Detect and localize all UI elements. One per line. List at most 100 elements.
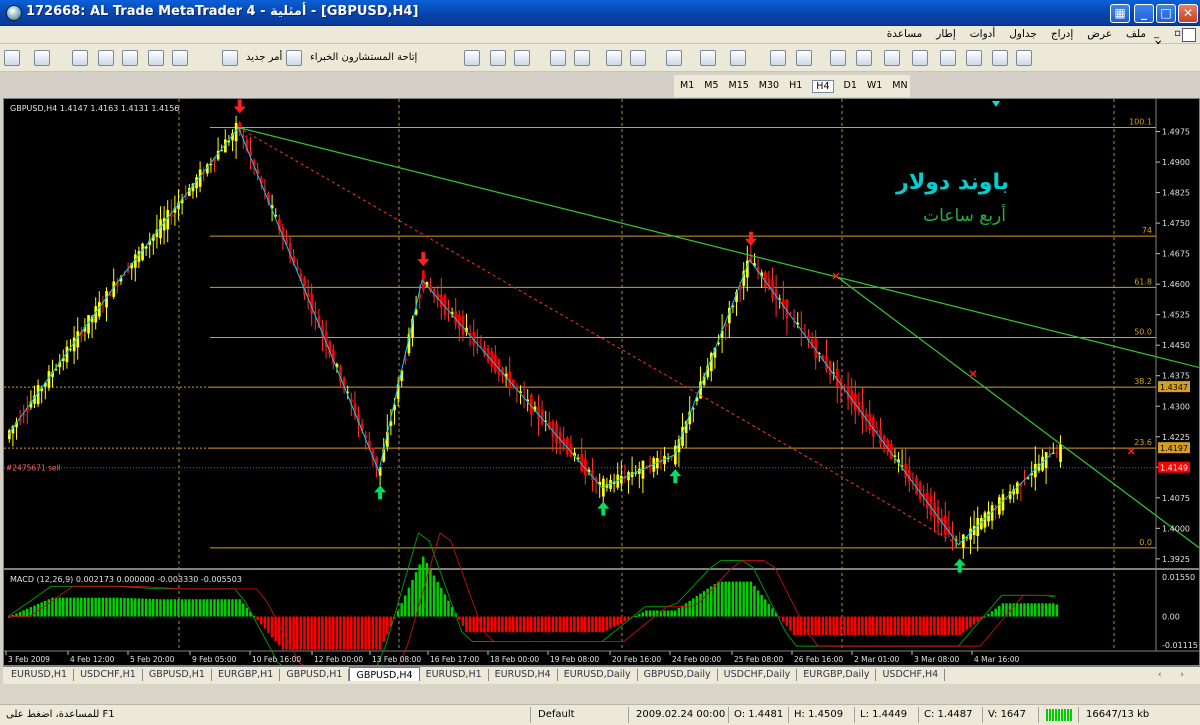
minimize-button[interactable]: _ (1134, 4, 1154, 23)
templates-icon[interactable] (730, 50, 746, 66)
macd-bar (987, 613, 990, 617)
macd-bar (155, 599, 159, 617)
chart-tab[interactable]: EURUSD,H1 (420, 669, 489, 681)
close-button[interactable]: ✕ (1178, 4, 1198, 23)
candles-icon[interactable] (464, 50, 480, 66)
tile-windows-button[interactable]: ▦ (1110, 4, 1130, 23)
price-tick-label: 1.4825 (1162, 189, 1190, 198)
arrows-icon[interactable] (1016, 50, 1032, 66)
label-icon[interactable] (992, 50, 1008, 66)
price-tick-label: 1.4375 (1162, 372, 1190, 381)
macd-bar (825, 616, 828, 636)
vertical-line-icon[interactable] (830, 50, 846, 66)
bar-chart-icon[interactable] (286, 50, 302, 66)
chart-tab[interactable]: EURUSD,Daily (558, 669, 638, 681)
timeframe-mn[interactable]: MN (892, 80, 907, 93)
periods-icon[interactable] (700, 50, 716, 66)
menu-item[interactable]: ملف (1126, 28, 1146, 40)
macd-bar (350, 616, 353, 650)
macd-bar (890, 616, 893, 636)
macd-bar (90, 597, 94, 617)
fibo-icon[interactable] (912, 50, 928, 66)
timeframe-m1[interactable]: M1 (680, 80, 694, 93)
menu-item[interactable]: إدراج (1051, 28, 1073, 40)
macd-bar (159, 599, 162, 617)
line-chart-icon[interactable] (490, 50, 506, 66)
macd-bar (746, 581, 749, 617)
macd-bar (533, 616, 537, 633)
macd-bar (33, 605, 36, 617)
tester-icon[interactable] (148, 50, 164, 66)
menu-item[interactable]: إطار (936, 28, 956, 40)
time-tick-label: 3 Feb 2009 (8, 655, 50, 664)
macd-bar (1023, 603, 1026, 617)
timeframe-d1[interactable]: D1 (844, 80, 857, 93)
chart-tab[interactable]: GBPUSD,H1 (143, 669, 212, 681)
chart-tab[interactable]: USDCHF,H1 (74, 669, 143, 681)
time-tick-label: 19 Feb 08:00 (550, 655, 599, 664)
crosshair-icon[interactable] (796, 50, 812, 66)
title-bar[interactable]: 172668: AL Trade MetaTrader 4 - أمثلية -… (0, 0, 1200, 26)
chart-tab[interactable]: GBPUSD,Daily (638, 669, 718, 681)
chart-tab[interactable]: GBPUSD,H1 (280, 669, 350, 681)
new-chart-icon[interactable] (4, 50, 20, 66)
tab-scroll-arrows[interactable]: ‹ › (1158, 670, 1192, 680)
chart-tab[interactable]: GBPUSD,H4 (349, 667, 420, 681)
navigator-icon[interactable] (98, 50, 114, 66)
macd-bar (162, 599, 166, 617)
expert-advisors-button[interactable]: إتاحة المستشارون الخبراء (310, 52, 417, 63)
zoom-out-icon[interactable] (550, 50, 566, 66)
timeframe-m5[interactable]: M5 (704, 80, 718, 93)
macd-bar (242, 603, 245, 617)
connection-bars-icon (1046, 709, 1072, 721)
new-order-icon[interactable] (172, 50, 188, 66)
chart-tab[interactable]: EURGBP,H1 (212, 669, 281, 681)
chart-window[interactable]: 100.1 74 61.8 50.0 38.2 23.6 0.0 #2475671 sell ب… (3, 98, 1200, 666)
new-order-button[interactable]: أمر جديد (246, 52, 282, 63)
price-label: 1.4197 (1160, 444, 1188, 453)
market-watch-icon[interactable] (72, 50, 88, 66)
menu-item[interactable]: عرض (1087, 28, 1112, 40)
timeframe-w1[interactable]: W1 (867, 80, 882, 93)
macd-bar (414, 572, 418, 617)
macd-bar (123, 597, 126, 617)
macd-bar (512, 616, 515, 633)
macd-bar (699, 593, 702, 617)
horizontal-line-icon[interactable] (856, 50, 872, 66)
chart-shift-icon[interactable] (630, 50, 646, 66)
menu-item[interactable]: جداول (1009, 28, 1037, 40)
menu-item[interactable]: أدوات (970, 28, 995, 40)
profiles-icon[interactable] (34, 50, 50, 66)
trend-line-icon[interactable] (884, 50, 900, 66)
macd-bar (137, 598, 141, 617)
macd-bar (692, 598, 695, 617)
chart-tab[interactable]: USDCHF,Daily (718, 669, 798, 681)
cursor-icon[interactable] (770, 50, 786, 66)
macd-bar (40, 602, 43, 617)
zoom-in-icon[interactable] (514, 50, 530, 66)
macd-bar (929, 616, 933, 636)
chart-tab[interactable]: EURUSD,H1 (5, 669, 75, 681)
chart-tab[interactable]: EURUSD,H4 (489, 669, 558, 681)
macd-bar (18, 611, 22, 617)
terminal-icon[interactable] (122, 50, 138, 66)
menu-item[interactable]: مساعدة (887, 28, 922, 40)
timeframe-m30[interactable]: M30 (759, 80, 779, 93)
timeframe-h1[interactable]: H1 (789, 80, 802, 93)
text-icon[interactable] (966, 50, 982, 66)
autoscroll-icon[interactable] (606, 50, 622, 66)
channel-icon[interactable] (940, 50, 956, 66)
chart-tab[interactable]: USDCHF,H4 (876, 669, 946, 681)
timeframe-h4[interactable]: H4 (812, 80, 834, 93)
tile-icon[interactable] (574, 50, 590, 66)
maximize-button[interactable]: □ (1156, 4, 1176, 23)
macd-bar (1041, 603, 1044, 617)
experts-icon[interactable] (222, 50, 238, 66)
price-chart[interactable]: 100.1 74 61.8 50.0 38.2 23.6 0.0 #2475671 sell ب… (4, 99, 1199, 665)
macd-bar (836, 616, 839, 636)
macd-bar (94, 597, 97, 617)
chart-tab[interactable]: EURGBP,Daily (797, 669, 877, 681)
indicators-icon[interactable] (666, 50, 682, 66)
timeframe-m15[interactable]: M15 (729, 80, 749, 93)
app-globe-icon[interactable] (6, 5, 22, 21)
